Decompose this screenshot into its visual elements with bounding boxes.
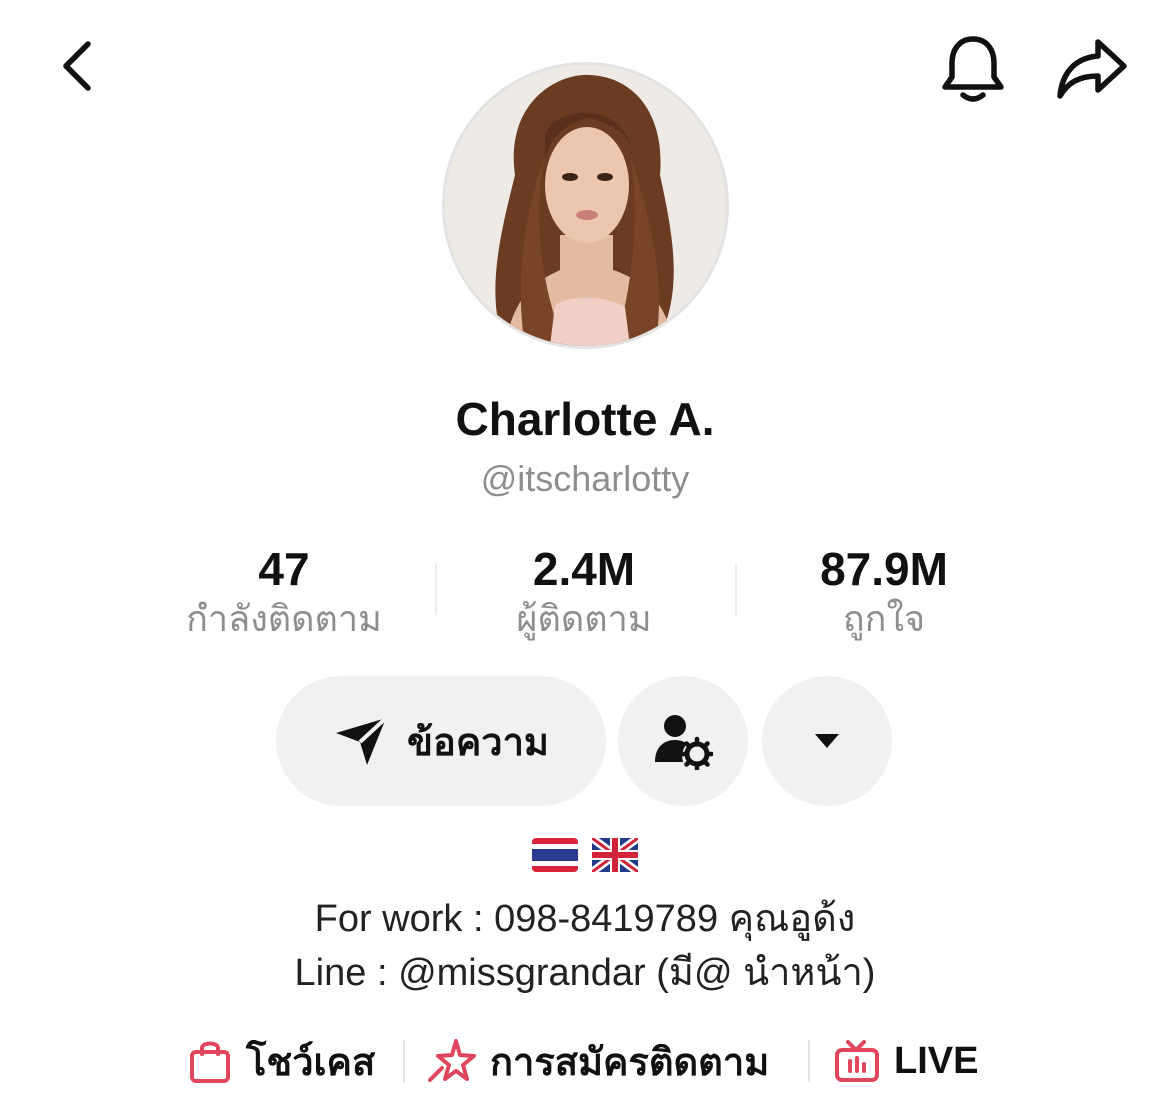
uk-flag-icon bbox=[592, 838, 638, 872]
avatar-image bbox=[445, 65, 726, 346]
star-badge-icon bbox=[428, 1039, 476, 1082]
likes-label: ถูกใจ bbox=[842, 598, 926, 639]
stat-followers[interactable]: 2.4M ผู้ติดตาม bbox=[434, 540, 734, 640]
subscribe-link[interactable]: การสมัครติดตาม bbox=[426, 1030, 769, 1092]
followers-count: 2.4M bbox=[532, 543, 636, 595]
username: @itscharlotty bbox=[480, 458, 690, 499]
following-label: กำลังติดตาม bbox=[186, 598, 382, 639]
back-button[interactable] bbox=[40, 28, 116, 104]
avatar[interactable] bbox=[442, 62, 729, 349]
share-arrow-icon bbox=[1057, 39, 1127, 99]
shopping-bag-icon bbox=[190, 1041, 230, 1083]
friends-settings-button[interactable] bbox=[618, 676, 748, 806]
live-link[interactable]: LIVE bbox=[834, 1030, 978, 1092]
profile-page: Charlotte A. @itscharlotty 47 กำลังติดตา… bbox=[0, 0, 1170, 1115]
stat-likes[interactable]: 87.9M ถูกใจ bbox=[734, 540, 1034, 640]
followers-label: ผู้ติดตาม bbox=[516, 598, 652, 639]
user-settings-icon bbox=[655, 715, 713, 770]
more-options-button[interactable] bbox=[762, 676, 892, 806]
message-button[interactable]: ข้อความ bbox=[276, 676, 606, 806]
live-label: LIVE bbox=[894, 1039, 979, 1082]
bio-flags bbox=[0, 838, 1170, 872]
caret-down-icon bbox=[815, 734, 839, 748]
showcase-label: โชว์เคส bbox=[246, 1041, 376, 1084]
notification-button[interactable] bbox=[928, 28, 1018, 108]
bell-icon bbox=[942, 36, 1004, 102]
link-separator bbox=[808, 1040, 810, 1082]
link-separator bbox=[403, 1040, 405, 1082]
paper-plane-icon bbox=[336, 716, 388, 765]
message-label: ข้อความ bbox=[407, 721, 549, 764]
bio-work-contact: For work : 098-8419789 คุณอูด้ง bbox=[314, 898, 856, 940]
subscribe-label: การสมัครติดตาม bbox=[490, 1041, 770, 1084]
stat-following[interactable]: 47 กำลังติดตาม bbox=[134, 540, 434, 640]
following-count: 47 bbox=[258, 543, 310, 595]
share-button[interactable] bbox=[1050, 30, 1134, 106]
thailand-flag-icon bbox=[532, 838, 578, 872]
likes-count: 87.9M bbox=[820, 543, 948, 595]
bio-line-contact: Line : @missgrandar (มี@ นำหน้า) bbox=[294, 952, 876, 994]
showcase-link[interactable]: โชว์เคส bbox=[188, 1030, 375, 1092]
display-name: Charlotte A. bbox=[455, 393, 715, 445]
live-tv-icon bbox=[835, 1040, 879, 1082]
chevron-left-icon bbox=[63, 41, 91, 91]
